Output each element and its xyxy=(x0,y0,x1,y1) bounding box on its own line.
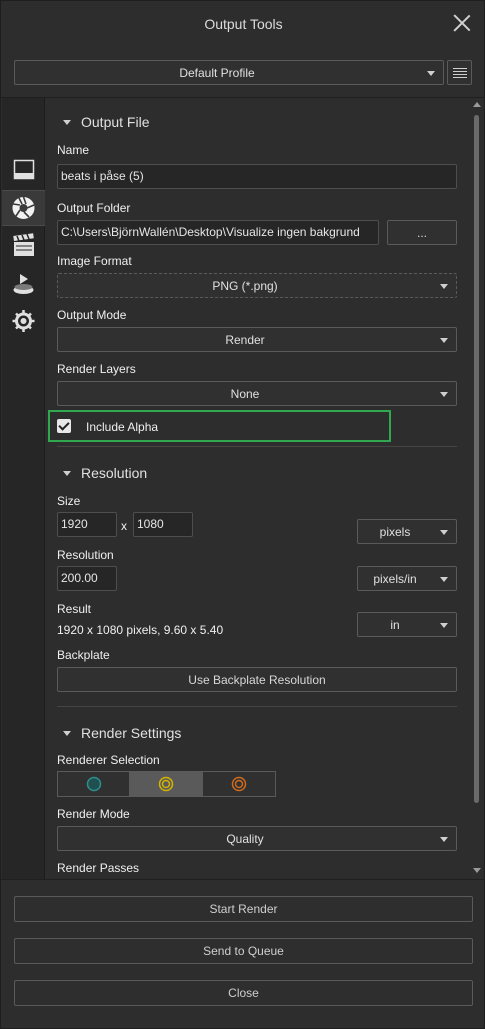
render-layers-label: Render Layers xyxy=(57,362,136,376)
resolution-unit-value: pixels/in xyxy=(373,571,417,586)
render-mode-value: Quality xyxy=(226,831,264,846)
renderer-selection-label: Renderer Selection xyxy=(57,753,160,767)
renderer-option-cpu[interactable] xyxy=(57,771,130,797)
viewport-icon xyxy=(13,159,35,180)
profile-dropdown-value: Default Profile xyxy=(179,65,255,80)
scrollbar-thumb[interactable] xyxy=(474,115,479,803)
section-divider xyxy=(57,706,457,707)
sidebar-item-viewport[interactable] xyxy=(2,153,45,189)
resolution-input[interactable]: 200.00 xyxy=(57,566,117,591)
section-render-settings[interactable]: Render Settings xyxy=(81,725,181,741)
send-to-queue-button[interactable]: Send to Queue xyxy=(14,938,473,964)
hamburger-icon-line xyxy=(453,71,467,72)
output-mode-value: Render xyxy=(225,332,265,347)
name-label: Name xyxy=(57,143,90,157)
chevron-down-icon xyxy=(440,337,448,343)
width-input[interactable]: 1920 xyxy=(57,512,117,537)
aperture-icon xyxy=(12,196,35,219)
gear-icon xyxy=(12,310,35,332)
header-divider xyxy=(1,97,485,98)
gpu-renderer-icon xyxy=(231,776,247,792)
profile-dropdown[interactable]: Default Profile xyxy=(14,60,444,85)
browse-folder-button[interactable]: ... xyxy=(387,220,457,245)
sidebar-item-turntable[interactable] xyxy=(2,266,45,302)
output-folder-label: Output Folder xyxy=(57,201,131,215)
renderer-option-hybrid[interactable] xyxy=(129,771,203,797)
height-input[interactable]: 1080 xyxy=(133,512,193,537)
output-tools-window: Output Tools Default Profile Output File… xyxy=(0,0,485,1029)
titlebar: Output Tools xyxy=(1,1,485,49)
hamburger-icon-line xyxy=(453,77,467,78)
browse-folder-label: ... xyxy=(416,225,427,240)
render-layers-dropdown[interactable]: None xyxy=(57,381,457,406)
use-backplate-resolution-label: Use Backplate Resolution xyxy=(188,672,326,687)
render-layers-value: None xyxy=(230,386,260,401)
chevron-down-icon xyxy=(440,836,448,842)
sidebar-item-animation[interactable] xyxy=(2,229,45,265)
result-label: Result xyxy=(57,602,92,616)
include-alpha-label[interactable]: Include Alpha xyxy=(86,420,158,434)
resolution-unit-dropdown[interactable]: pixels/in xyxy=(357,566,457,591)
chevron-down-icon xyxy=(427,70,435,76)
close-button[interactable]: Close xyxy=(14,980,473,1006)
collapse-triangle-icon[interactable] xyxy=(63,731,71,736)
chevron-down-icon xyxy=(440,529,448,535)
size-unit-value: pixels xyxy=(379,524,411,539)
section-output-file[interactable]: Output File xyxy=(81,114,149,130)
window-title: Output Tools xyxy=(204,16,283,32)
image-format-label: Image Format xyxy=(57,254,132,268)
render-mode-label: Render Mode xyxy=(57,807,130,821)
renderer-option-gpu[interactable] xyxy=(202,771,276,797)
clapperboard-icon xyxy=(13,233,34,256)
include-alpha-checkbox[interactable] xyxy=(57,419,71,433)
sidebar-item-settings[interactable] xyxy=(2,303,45,339)
use-backplate-resolution-button[interactable]: Use Backplate Resolution xyxy=(57,667,457,692)
size-separator: x xyxy=(121,519,127,533)
render-passes-label: Render Passes xyxy=(57,861,140,875)
close-icon[interactable] xyxy=(453,14,471,32)
image-format-dropdown[interactable]: PNG (*.png) xyxy=(57,273,457,298)
cpu-renderer-icon xyxy=(86,776,102,792)
result-unit-dropdown[interactable]: in xyxy=(357,612,457,637)
hamburger-icon-line xyxy=(453,74,467,75)
render-mode-dropdown[interactable]: Quality xyxy=(57,826,457,851)
size-unit-dropdown[interactable]: pixels xyxy=(357,519,457,544)
output-folder-input[interactable]: C:\Users\BjörnWallén\Desktop\Visualize i… xyxy=(57,220,379,245)
chevron-down-icon xyxy=(440,283,448,289)
section-divider xyxy=(57,446,457,447)
scroll-up-arrow[interactable] xyxy=(473,102,481,107)
backplate-label: Backplate xyxy=(57,648,110,662)
chevron-down-icon xyxy=(440,391,448,397)
result-value: 1920 x 1080 pixels, 9.60 x 5.40 xyxy=(57,623,224,637)
profile-menu-button[interactable] xyxy=(447,60,472,85)
chevron-down-icon xyxy=(440,622,448,628)
name-input[interactable]: beats i påse (5) xyxy=(57,164,457,189)
collapse-triangle-icon[interactable] xyxy=(63,471,71,476)
result-unit-value: in xyxy=(390,617,400,632)
output-mode-label: Output Mode xyxy=(57,308,127,322)
size-label: Size xyxy=(57,494,81,508)
output-mode-dropdown[interactable]: Render xyxy=(57,327,457,352)
turntable-icon xyxy=(13,274,34,294)
hamburger-icon xyxy=(453,68,467,69)
start-render-button[interactable]: Start Render xyxy=(14,896,473,922)
sidebar-item-output[interactable] xyxy=(2,190,45,226)
collapse-triangle-icon[interactable] xyxy=(63,120,71,125)
scroll-down-arrow[interactable] xyxy=(473,868,481,873)
sidebar xyxy=(2,98,45,879)
footer-divider xyxy=(1,879,485,880)
resolution-label: Resolution xyxy=(57,548,114,562)
image-format-value: PNG (*.png) xyxy=(212,278,278,293)
section-resolution[interactable]: Resolution xyxy=(81,465,147,481)
chevron-down-icon xyxy=(440,576,448,582)
hybrid-renderer-icon xyxy=(158,776,174,792)
